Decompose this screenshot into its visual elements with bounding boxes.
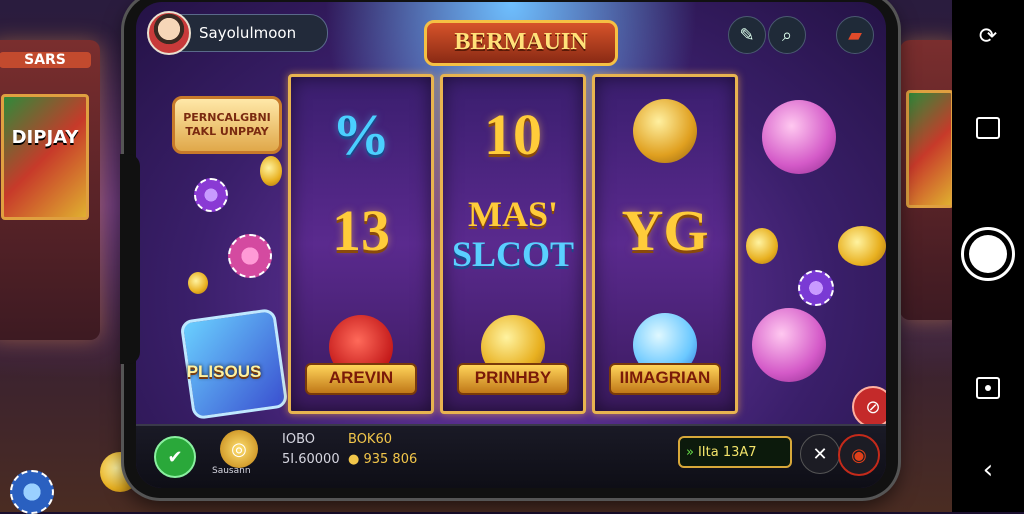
chip-icon [798,270,834,306]
car-icon[interactable]: ▰ [836,16,874,54]
bonus-label: PLISOUS [186,362,262,381]
arcade-screen: DIPJAY [1,94,89,220]
shutter-button[interactable] [952,224,1024,284]
arcade-screen-right [906,90,954,209]
reel-2-top-symbol: 10 [484,102,542,167]
floor-chip-icon [10,470,54,514]
reel-2-middle-line1: MAS' [468,194,558,234]
coin-icon [838,226,886,266]
reel-2-middle-line2: SLCOT [451,234,575,274]
bet-amount-label: IOBO [282,432,315,447]
reel-2-bottom-plate: PRINHBY [457,363,569,395]
arcade-machine-left: SARS DIPJAY [0,40,100,340]
android-nav-bar: ⟳ ‹ [952,0,1024,512]
promo-badge-line1: PERNCALGBNI [183,111,271,124]
close-icon[interactable]: ⊘ [852,386,886,428]
phone-frame: Sayolulmoon BERMAUIN ✎ ⌕ ▰ PERNCALGBNI T… [120,0,898,498]
reel-3: YG IIMAGRIAN [592,74,738,414]
back-icon[interactable]: ‹ [952,452,1024,488]
arcade-machine-right [900,40,960,320]
coin-icon [188,272,208,294]
reel-1: % 13 AREVIN [288,74,434,414]
promo-badge-line2: TAKL UNPPAY [185,125,269,138]
record-icon[interactable]: ◉ [838,434,880,476]
arcade-sign: SARS [0,52,92,68]
chip-icon [228,234,272,278]
player-name: Sayolulmoon [199,24,297,42]
pencil-icon[interactable]: ✎ [728,16,766,54]
check-icon[interactable]: ✔ [154,436,196,478]
win-indicator-icon: » [686,444,694,460]
coin-icon: ● [348,452,360,467]
reel-3-middle-symbol: YG [621,198,709,263]
reel-3-bottom-plate: IIMAGRIAN [609,363,721,395]
creature-icon [752,308,826,382]
win-display: » IIta 13A7 [678,436,792,468]
reel-2: 10 MAS' SLCOT PRINHBY [440,74,586,414]
game-title: BERMAUIN [424,20,618,66]
reel-1-bottom-plate: AREVIN [305,363,417,395]
bet-label: Sausann [212,466,251,476]
control-bar: ✔ ◎ Sausann IOBO 5I.60000 BOK60 ● 935 80… [136,424,886,488]
reel-1-top-symbol: % [332,102,390,167]
chip-icon [194,178,228,212]
game-screen: Sayolulmoon BERMAUIN ✎ ⌕ ▰ PERNCALGBNI T… [136,2,886,488]
arcade-screen-text: DIPJAY [11,127,79,148]
coin-stack-icon[interactable]: ◎ [220,430,258,468]
balance-label: BOK60 [348,432,392,447]
balance-value-text: 935 806 [363,452,418,467]
creature-icon [762,100,836,174]
phone-side-notch [120,154,140,364]
coin-icon [260,156,282,186]
avatar[interactable] [147,11,191,55]
coin-face-icon [633,99,697,163]
balance-value: ● 935 806 [348,452,417,467]
win-text: IIta 13A7 [697,444,757,460]
capture-icon[interactable] [952,372,1024,404]
close-icon[interactable]: ✕ [800,434,840,474]
promo-badge[interactable]: PERNCALGBNI TAKL UNPPAY [172,96,282,154]
coin-icon [746,228,778,264]
bet-amount-value: 5I.60000 [282,452,340,467]
player-profile[interactable]: Sayolulmoon [147,11,328,55]
search-icon[interactable]: ⌕ [768,16,806,54]
reel-1-middle-symbol: 13 [332,198,390,263]
square-icon[interactable] [952,112,1024,144]
camera-switch-icon[interactable]: ⟳ [952,20,1024,52]
